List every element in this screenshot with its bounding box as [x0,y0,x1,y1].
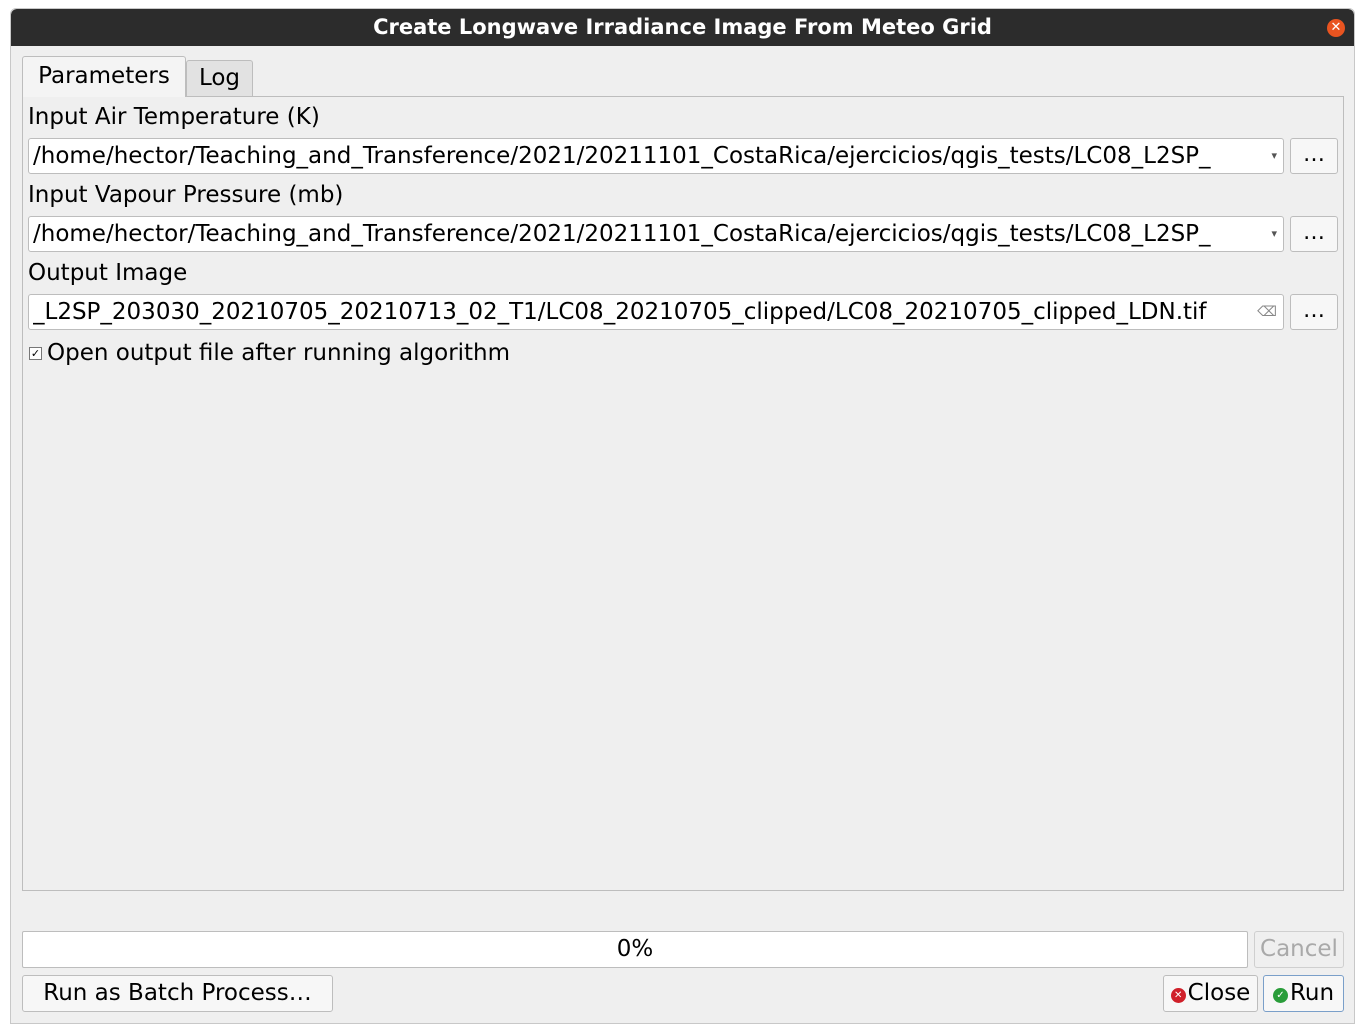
title-bar: Create Longwave Irradiance Image From Me… [11,9,1354,46]
vapour-combo[interactable]: /home/hector/Teaching_and_Transference/2… [28,216,1284,252]
open-output-label: Open output file after running algorithm [47,340,511,366]
window-close-icon[interactable]: ✕ [1327,19,1345,37]
close-icon: ✕ [1170,988,1186,1003]
vapour-browse-button[interactable]: … [1290,216,1338,252]
open-output-checkbox[interactable]: ✓ [29,347,42,360]
close-label: Close [1187,980,1251,1006]
progress-bar: 0% [22,931,1248,968]
window-title: Create Longwave Irradiance Image From Me… [373,15,992,39]
tab-log-label: Log [198,65,241,91]
run-label: Run [1289,980,1335,1006]
vapour-value: /home/hector/Teaching_and_Transference/2… [33,221,1211,247]
check-icon: ✓ [1272,988,1288,1003]
air-temp-value: /home/hector/Teaching_and_Transference/2… [33,143,1211,169]
parameters-panel: Input Air Temperature (K) /home/hector/T… [22,96,1344,891]
cancel-button[interactable]: Cancel [1254,931,1344,968]
clear-icon[interactable]: ⌫ [1257,295,1277,329]
tab-parameters[interactable]: Parameters [22,56,186,97]
tab-parameters-label: Parameters [38,63,170,89]
chevron-down-icon[interactable]: ▾ [1271,139,1277,173]
run-button[interactable]: ✓ Run [1263,975,1344,1012]
close-button[interactable]: ✕ Close [1163,975,1258,1012]
air-temp-label: Input Air Temperature (K) [28,104,320,130]
tab-log[interactable]: Log [186,60,253,96]
run-batch-button[interactable]: Run as Batch Process… [22,975,333,1012]
air-temp-combo[interactable]: /home/hector/Teaching_and_Transference/2… [28,138,1284,174]
output-label: Output Image [28,260,188,286]
chevron-down-icon[interactable]: ▾ [1271,217,1277,251]
air-temp-browse-button[interactable]: … [1290,138,1338,174]
progress-text: 0% [616,936,654,962]
output-path-input[interactable]: _L2SP_203030_20210705_20210713_02_T1/LC0… [28,294,1284,330]
output-value: _L2SP_203030_20210705_20210713_02_T1/LC0… [33,299,1207,325]
vapour-label: Input Vapour Pressure (mb) [28,182,344,208]
output-browse-button[interactable]: … [1290,294,1338,330]
dialog-window: Create Longwave Irradiance Image From Me… [10,8,1355,1024]
